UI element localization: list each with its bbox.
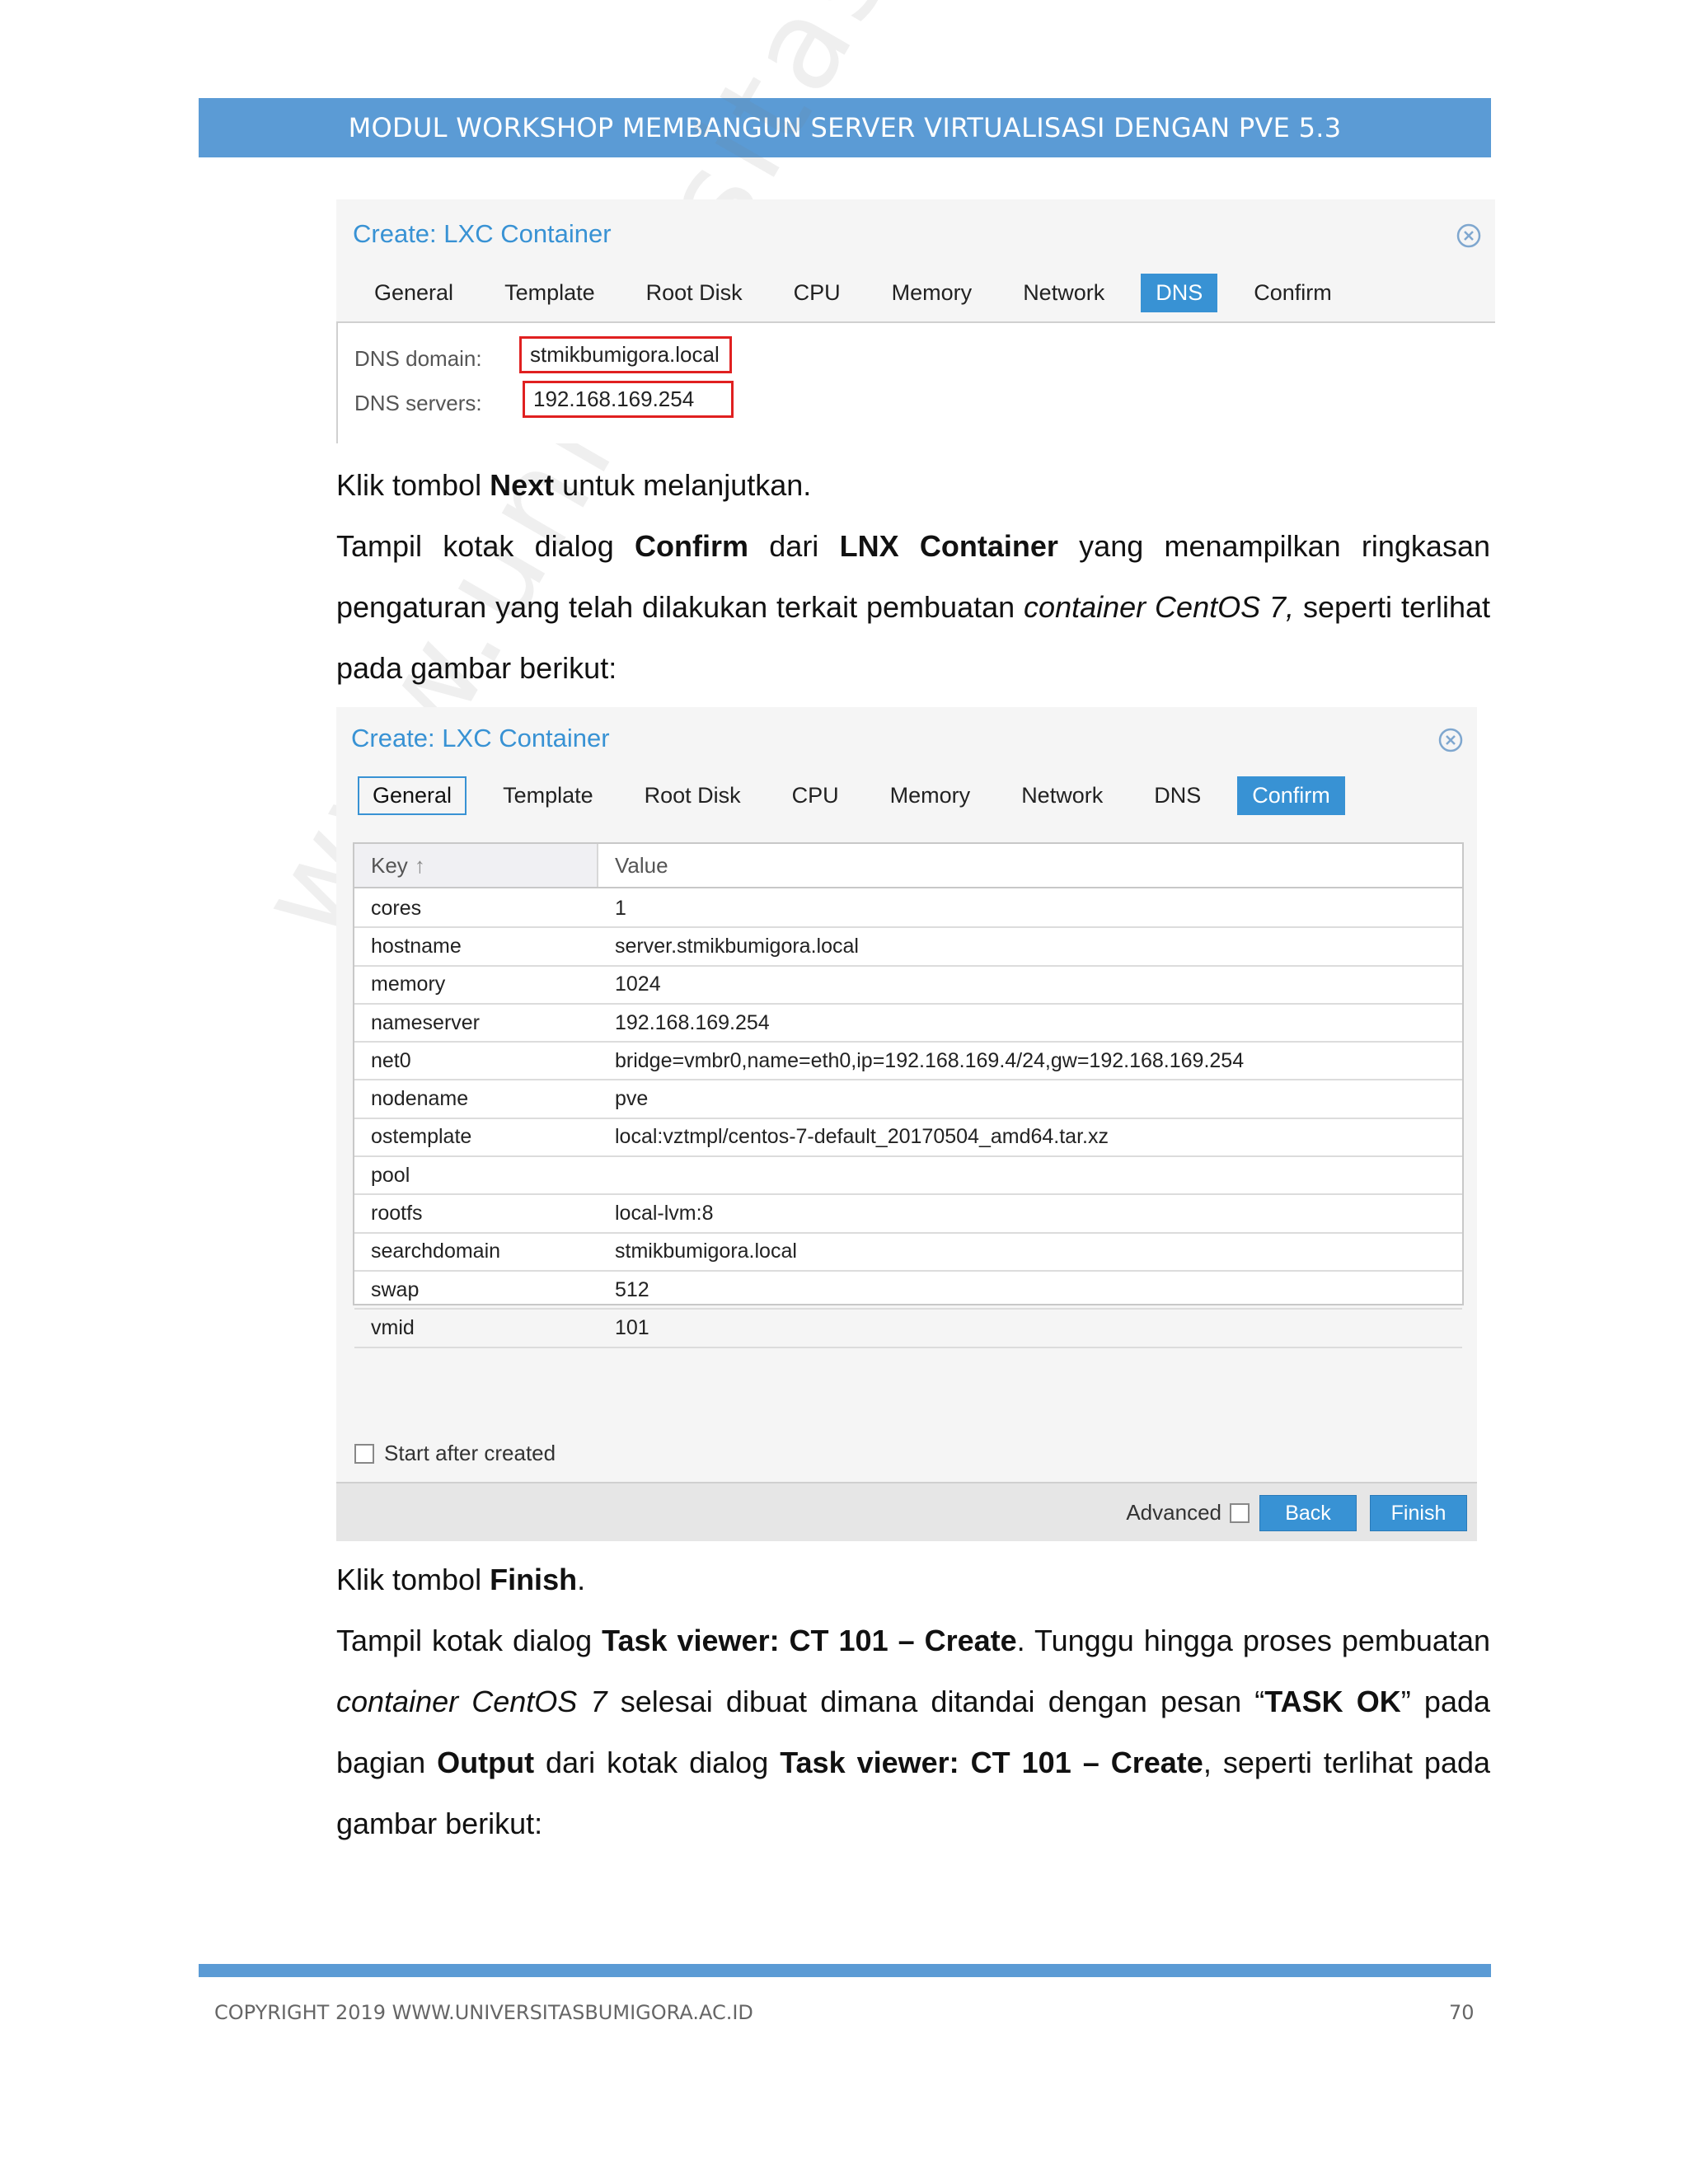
column-header-value[interactable]: Value <box>598 844 668 887</box>
table-row[interactable]: nameserver 192.168.169.254 <box>354 1005 1462 1043</box>
dialog-title: Create: LXC Container <box>353 219 612 248</box>
tab-root-disk[interactable]: Root Disk <box>631 274 757 312</box>
table-row[interactable]: searchdomain stmikbumigora.local <box>354 1234 1462 1272</box>
dns-servers-label: DNS servers: <box>354 391 482 415</box>
finish-button[interactable]: Finish <box>1370 1495 1467 1531</box>
page-number: 70 <box>1449 2001 1475 2024</box>
close-icon[interactable] <box>1437 727 1464 753</box>
checkbox-label: Start after created <box>384 1441 556 1465</box>
header-title: MODUL WORKSHOP MEMBANGUN SERVER VIRTUALI… <box>348 112 1342 143</box>
dns-domain-input[interactable]: stmikbumigora.local <box>519 336 732 373</box>
table-row[interactable]: net0 bridge=vmbr0,name=eth0,ip=192.168.16… <box>354 1043 1462 1081</box>
tab-cpu[interactable]: CPU <box>777 776 854 815</box>
table-row[interactable]: nodename pve <box>354 1080 1462 1119</box>
advanced-label: Advanced <box>1126 1500 1221 1525</box>
dns-dialog-screenshot: Create: LXC Container General Template R… <box>336 199 1495 443</box>
tab-general[interactable]: General <box>358 776 467 815</box>
checkbox-box[interactable] <box>354 1443 374 1464</box>
table-row[interactable]: hostname server.stmikbumigora.local <box>354 928 1462 967</box>
footer-rule <box>199 1964 1491 1977</box>
table-row[interactable]: pool <box>354 1157 1462 1196</box>
tab-network[interactable]: Network <box>1006 776 1118 815</box>
table-row[interactable]: rootfs local-lvm:8 <box>354 1195 1462 1234</box>
tab-template[interactable]: Template <box>488 776 608 815</box>
tab-general[interactable]: General <box>359 274 468 312</box>
sort-ascending-icon: ↑ <box>414 852 425 878</box>
paragraph-finish: Klik tombol Finish. <box>336 1563 586 1596</box>
confirm-dialog-screenshot: Create: LXC Container General Template R… <box>336 707 1477 1541</box>
tab-template[interactable]: Template <box>490 274 610 312</box>
advanced-checkbox[interactable]: Advanced <box>1126 1500 1250 1526</box>
tab-root-disk[interactable]: Root Disk <box>630 776 756 815</box>
tab-dns[interactable]: DNS <box>1141 274 1218 312</box>
paragraph-next: Klik tombol Next untuk melanjutkan. <box>336 468 812 502</box>
start-after-created-checkbox[interactable]: Start after created <box>354 1441 556 1466</box>
tab-dns[interactable]: DNS <box>1139 776 1216 815</box>
wizard-tabs: General Template Root Disk CPU Memory Ne… <box>359 274 1368 312</box>
table-row[interactable]: memory 1024 <box>354 967 1462 1005</box>
column-header-key[interactable]: Key ↑ <box>354 844 598 887</box>
paragraph-confirm-intro: Tampil kotak dialog Confirm dari LNX Con… <box>336 529 1490 685</box>
dialog-title: Create: LXC Container <box>351 724 610 752</box>
copyright-text: COPYRIGHT 2019 WWW.UNIVERSITASBUMIGORA.A… <box>214 2001 753 2024</box>
tab-memory[interactable]: Memory <box>877 274 987 312</box>
checkbox-box[interactable] <box>1230 1502 1250 1523</box>
tab-confirm[interactable]: Confirm <box>1239 274 1347 312</box>
wizard-tabs: General Template Root Disk CPU Memory Ne… <box>358 776 1367 815</box>
close-icon[interactable] <box>1456 223 1482 249</box>
paragraph-task-viewer: Tampil kotak dialog Task viewer: CT 101 … <box>336 1624 1491 1840</box>
tab-memory[interactable]: Memory <box>875 776 986 815</box>
dns-servers-input[interactable]: 192.168.169.254 <box>523 381 734 418</box>
dns-form: DNS domain: stmikbumigora.local DNS serv… <box>336 321 1495 443</box>
table-body: cores 1 hostname server.stmikbumigora.loca… <box>354 890 1462 1348</box>
tab-confirm[interactable]: Confirm <box>1237 776 1345 815</box>
table-header: Key ↑ Value <box>354 844 1462 888</box>
table-row[interactable]: ostemplate local:vztmpl/centos-7-default_… <box>354 1119 1462 1158</box>
dns-domain-label: DNS domain: <box>354 346 482 371</box>
tab-network[interactable]: Network <box>1008 274 1119 312</box>
table-row[interactable]: vmid 101 <box>354 1310 1462 1348</box>
dialog-footer: Advanced Back Finish <box>336 1482 1477 1541</box>
back-button[interactable]: Back <box>1259 1495 1357 1531</box>
summary-table: Key ↑ Value cores 1 hostname server.stmikbu… <box>353 842 1464 1348</box>
tab-cpu[interactable]: CPU <box>779 274 856 312</box>
table-row[interactable]: swap 512 <box>354 1272 1462 1310</box>
table-row[interactable]: cores 1 <box>354 890 1462 929</box>
